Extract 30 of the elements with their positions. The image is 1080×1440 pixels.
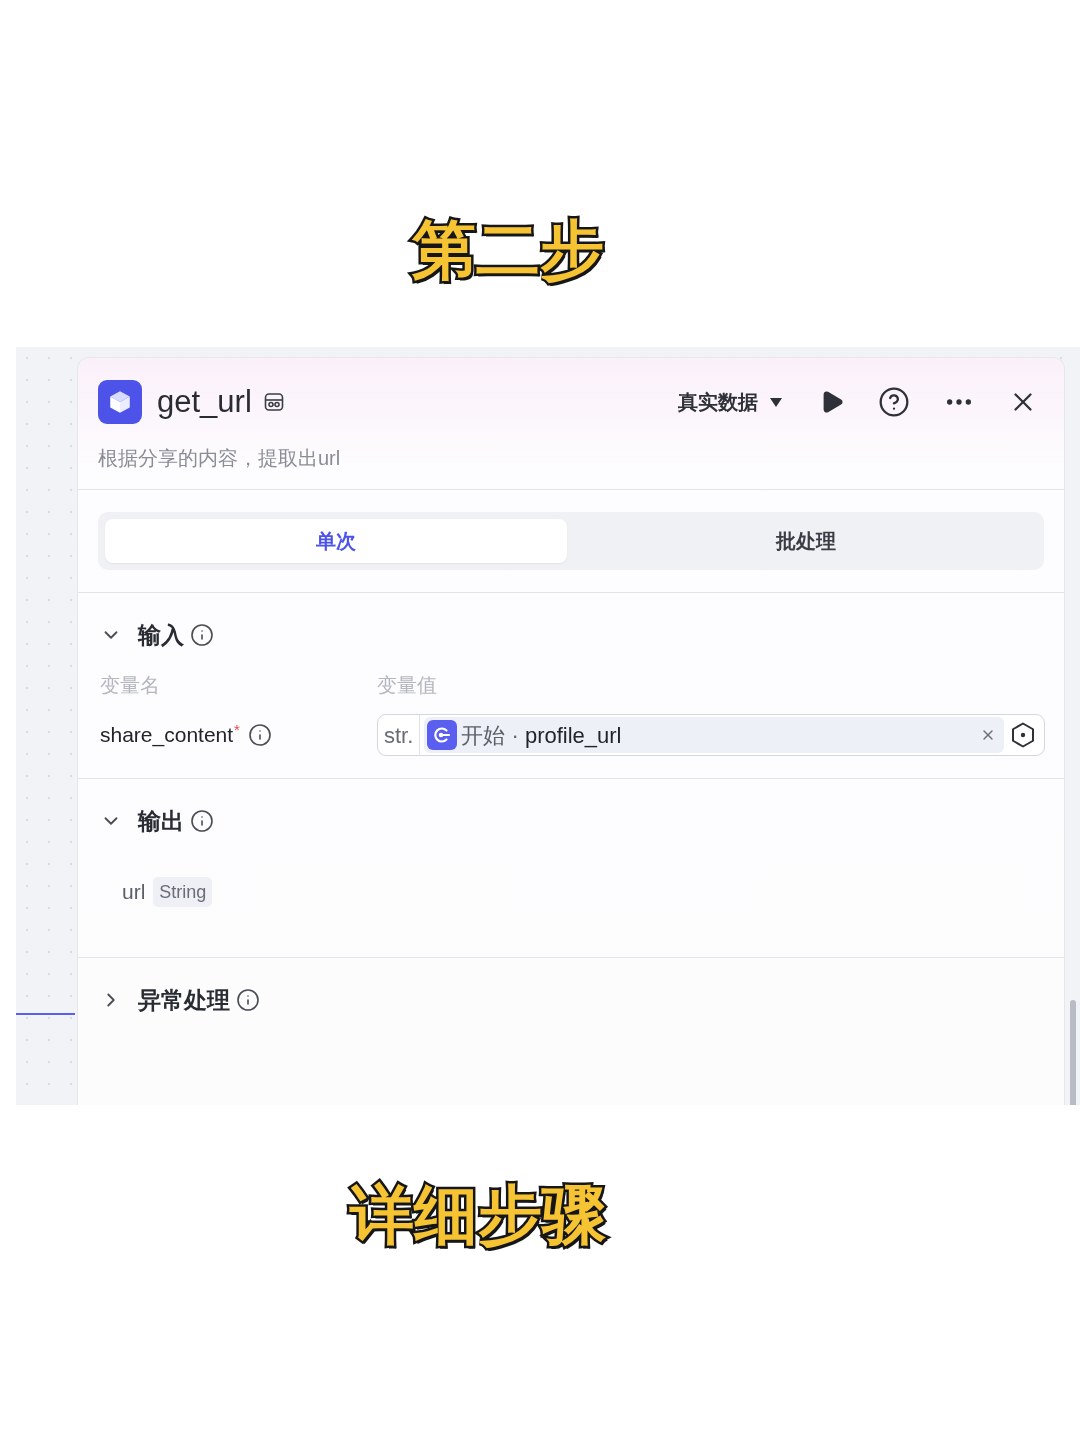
scrollbar-thumb[interactable] [1069,1000,1076,1105]
tab[interactable]: 批处理 [575,519,1037,563]
section-toggle[interactable]: 输入 [100,619,184,651]
column-header: 变量值 [377,673,437,698]
cube-icon [98,380,142,424]
caret-icon [770,397,782,407]
help-icon[interactable] [878,386,910,418]
connector-line [16,1013,75,1015]
info-icon[interactable] [190,623,214,647]
output-name: url [122,879,146,906]
variable-name: share_content$^{*}$ [100,719,240,749]
section-toggle[interactable]: 异常处理 [100,984,230,1016]
reference-text: 开始 · profile_url [461,721,622,750]
data-source-dropdown[interactable]: 真实数据 [678,387,790,417]
info-icon[interactable] [236,988,260,1012]
node-title: get_url [157,382,252,421]
tab[interactable]: 单次 [105,519,567,563]
glasses-icon[interactable] [263,392,284,412]
section-toggle[interactable]: 输出 [100,805,184,837]
info-icon[interactable] [247,723,272,747]
video-title: 第二步 [412,213,604,288]
type-tag: String [153,877,213,907]
variable-value-field[interactable]: str. 开始 · profile_url [377,714,1045,756]
hexagon-target-icon[interactable] [1010,722,1036,748]
node-description: 根据分享的内容，提取出url [98,446,342,471]
video-caption: 详细步骤 [350,1178,606,1253]
info-icon[interactable] [190,809,214,833]
column-header: 变量名 [100,673,160,698]
start-node-icon [427,720,458,750]
type-label: str. [378,715,421,755]
